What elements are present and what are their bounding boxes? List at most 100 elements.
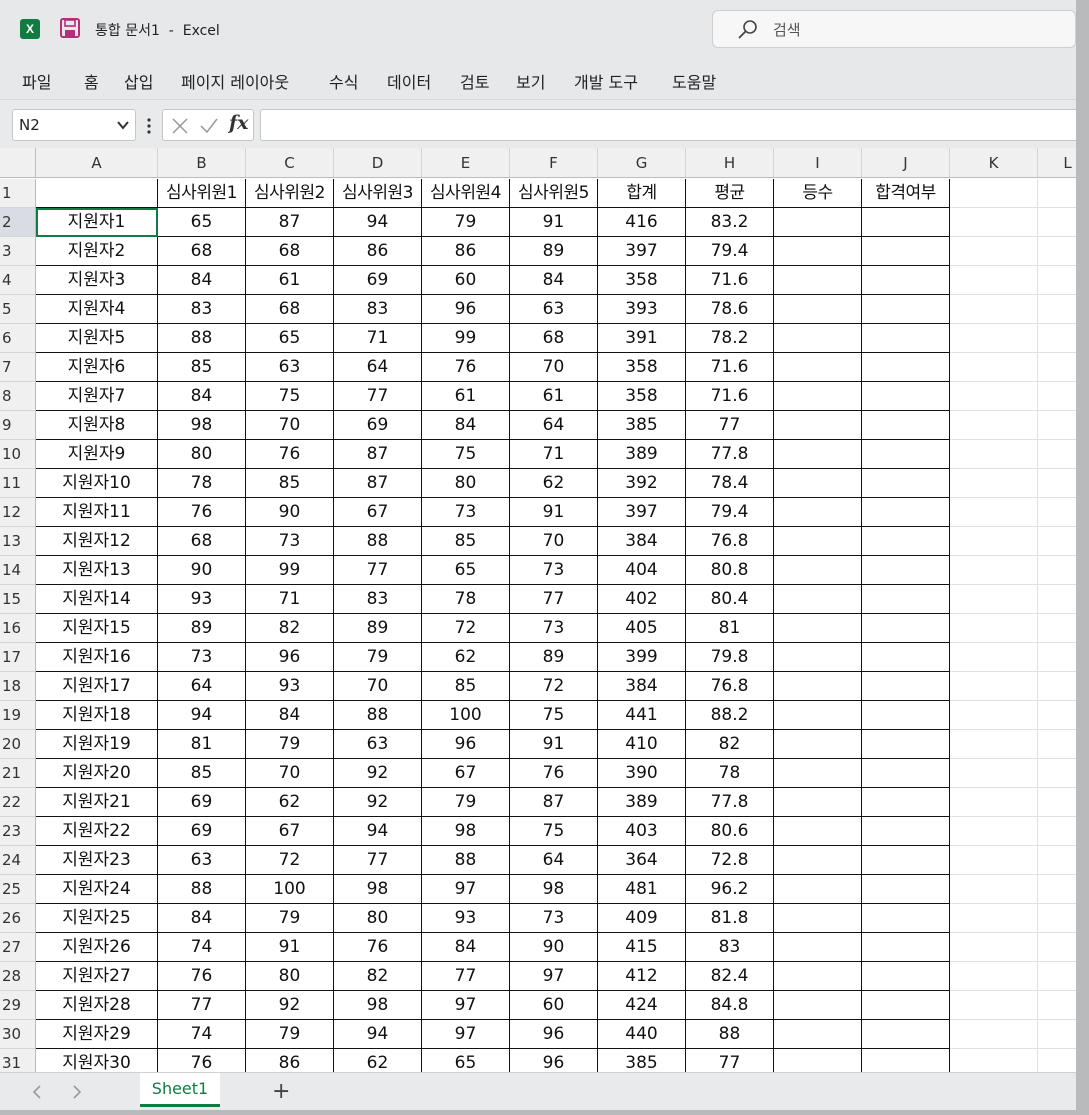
table-cell[interactable]: 지원자1 xyxy=(36,208,158,237)
table-cell[interactable] xyxy=(1038,614,1076,643)
table-cell[interactable]: 403 xyxy=(598,817,686,846)
table-cell[interactable]: 73 xyxy=(510,904,598,933)
table-cell[interactable] xyxy=(950,411,1038,440)
table-cell[interactable]: 85 xyxy=(422,672,510,701)
table-cell[interactable]: 89 xyxy=(510,237,598,266)
table-cell[interactable]: 441 xyxy=(598,701,686,730)
table-cell[interactable] xyxy=(862,353,950,382)
row-header[interactable]: 5 xyxy=(0,295,36,324)
table-cell[interactable]: 81.8 xyxy=(686,904,774,933)
table-cell[interactable]: 67 xyxy=(422,759,510,788)
table-cell[interactable]: 80 xyxy=(334,904,422,933)
table-cell[interactable] xyxy=(774,701,862,730)
table-cell[interactable]: 358 xyxy=(598,382,686,411)
table-cell[interactable]: 393 xyxy=(598,295,686,324)
table-cell[interactable] xyxy=(862,440,950,469)
insert-function-icon[interactable]: fx xyxy=(229,112,249,134)
table-cell[interactable] xyxy=(774,266,862,295)
table-cell[interactable]: 88 xyxy=(334,527,422,556)
table-cell[interactable] xyxy=(862,585,950,614)
table-cell[interactable] xyxy=(1038,469,1076,498)
table-cell[interactable]: 지원자12 xyxy=(36,527,158,556)
table-cell[interactable]: 79 xyxy=(422,208,510,237)
table-cell[interactable]: 88 xyxy=(158,324,246,353)
table-cell[interactable]: 96 xyxy=(246,643,334,672)
table-cell[interactable]: 63 xyxy=(158,846,246,875)
row-header[interactable]: 12 xyxy=(0,498,36,527)
table-cell[interactable] xyxy=(950,614,1038,643)
table-cell[interactable]: 84 xyxy=(510,266,598,295)
table-cell[interactable] xyxy=(774,1049,862,1072)
table-cell[interactable]: 76 xyxy=(158,962,246,991)
table-cell[interactable]: 62 xyxy=(246,788,334,817)
table-cell[interactable]: 77 xyxy=(510,585,598,614)
table-cell[interactable] xyxy=(950,469,1038,498)
column-header-c[interactable]: C xyxy=(246,148,334,178)
row-header[interactable]: 21 xyxy=(0,759,36,788)
table-cell[interactable] xyxy=(1038,237,1076,266)
table-cell[interactable]: 68 xyxy=(158,527,246,556)
table-cell[interactable]: 77 xyxy=(158,991,246,1020)
table-cell[interactable]: 지원자23 xyxy=(36,846,158,875)
table-cell[interactable] xyxy=(1038,353,1076,382)
table-cell[interactable]: 77 xyxy=(686,411,774,440)
table-cell[interactable]: 99 xyxy=(246,556,334,585)
table-cell[interactable] xyxy=(950,904,1038,933)
table-cell[interactable]: 68 xyxy=(246,237,334,266)
chevron-left-icon[interactable] xyxy=(30,1084,44,1100)
table-cell[interactable]: 77 xyxy=(422,962,510,991)
table-cell[interactable] xyxy=(774,904,862,933)
table-cell[interactable] xyxy=(1038,411,1076,440)
row-header[interactable]: 1 xyxy=(0,179,36,208)
table-cell[interactable]: 99 xyxy=(422,324,510,353)
table-cell[interactable]: 지원자18 xyxy=(36,701,158,730)
table-cell[interactable] xyxy=(1038,498,1076,527)
table-cell[interactable]: 지원자10 xyxy=(36,469,158,498)
table-cell[interactable]: 97 xyxy=(422,875,510,904)
row-header[interactable]: 19 xyxy=(0,701,36,730)
table-cell[interactable]: 84 xyxy=(158,904,246,933)
table-cell[interactable] xyxy=(774,295,862,324)
column-header-a[interactable]: A xyxy=(36,148,158,178)
table-cell[interactable]: 89 xyxy=(158,614,246,643)
table-cell[interactable] xyxy=(774,382,862,411)
table-cell[interactable] xyxy=(774,672,862,701)
table-cell[interactable]: 91 xyxy=(510,730,598,759)
table-cell[interactable]: 74 xyxy=(158,933,246,962)
table-cell[interactable]: 71 xyxy=(510,440,598,469)
table-cell[interactable]: 83 xyxy=(158,295,246,324)
table-cell[interactable]: 지원자4 xyxy=(36,295,158,324)
enter-icon[interactable] xyxy=(199,117,219,135)
table-cell[interactable] xyxy=(1038,875,1076,904)
name-box[interactable]: N2 xyxy=(12,109,136,141)
row-header[interactable]: 16 xyxy=(0,614,36,643)
table-cell[interactable]: 79.4 xyxy=(686,237,774,266)
table-cell[interactable]: 69 xyxy=(334,411,422,440)
table-cell[interactable] xyxy=(1038,933,1076,962)
table-cell[interactable]: 78 xyxy=(422,585,510,614)
table-cell[interactable] xyxy=(950,382,1038,411)
table-cell[interactable]: 79 xyxy=(334,643,422,672)
table-cell[interactable]: 96.2 xyxy=(686,875,774,904)
header-cell[interactable]: 심사위원1 xyxy=(158,179,246,208)
table-cell[interactable]: 69 xyxy=(158,817,246,846)
row-header[interactable]: 23 xyxy=(0,817,36,846)
row-header[interactable]: 25 xyxy=(0,875,36,904)
table-cell[interactable]: 지원자2 xyxy=(36,237,158,266)
row-header[interactable]: 15 xyxy=(0,585,36,614)
table-cell[interactable] xyxy=(950,788,1038,817)
table-cell[interactable]: 94 xyxy=(334,817,422,846)
table-cell[interactable]: 85 xyxy=(422,527,510,556)
header-cell[interactable] xyxy=(950,179,1038,208)
table-cell[interactable] xyxy=(1038,759,1076,788)
table-cell[interactable]: 73 xyxy=(158,643,246,672)
ribbon-tab-6[interactable]: 검토 xyxy=(460,69,489,93)
table-cell[interactable]: 78.2 xyxy=(686,324,774,353)
table-cell[interactable]: 71 xyxy=(246,585,334,614)
table-cell[interactable] xyxy=(1038,730,1076,759)
table-cell[interactable]: 62 xyxy=(510,469,598,498)
table-cell[interactable]: 지원자13 xyxy=(36,556,158,585)
table-cell[interactable]: 90 xyxy=(158,556,246,585)
worksheet-grid[interactable]: A B C D E F G H I J K L 1 심사위원1 심사위원2 심사위원3 심사위원4 심사위원5 합계… xyxy=(0,148,1076,1072)
table-cell[interactable]: 82 xyxy=(334,962,422,991)
